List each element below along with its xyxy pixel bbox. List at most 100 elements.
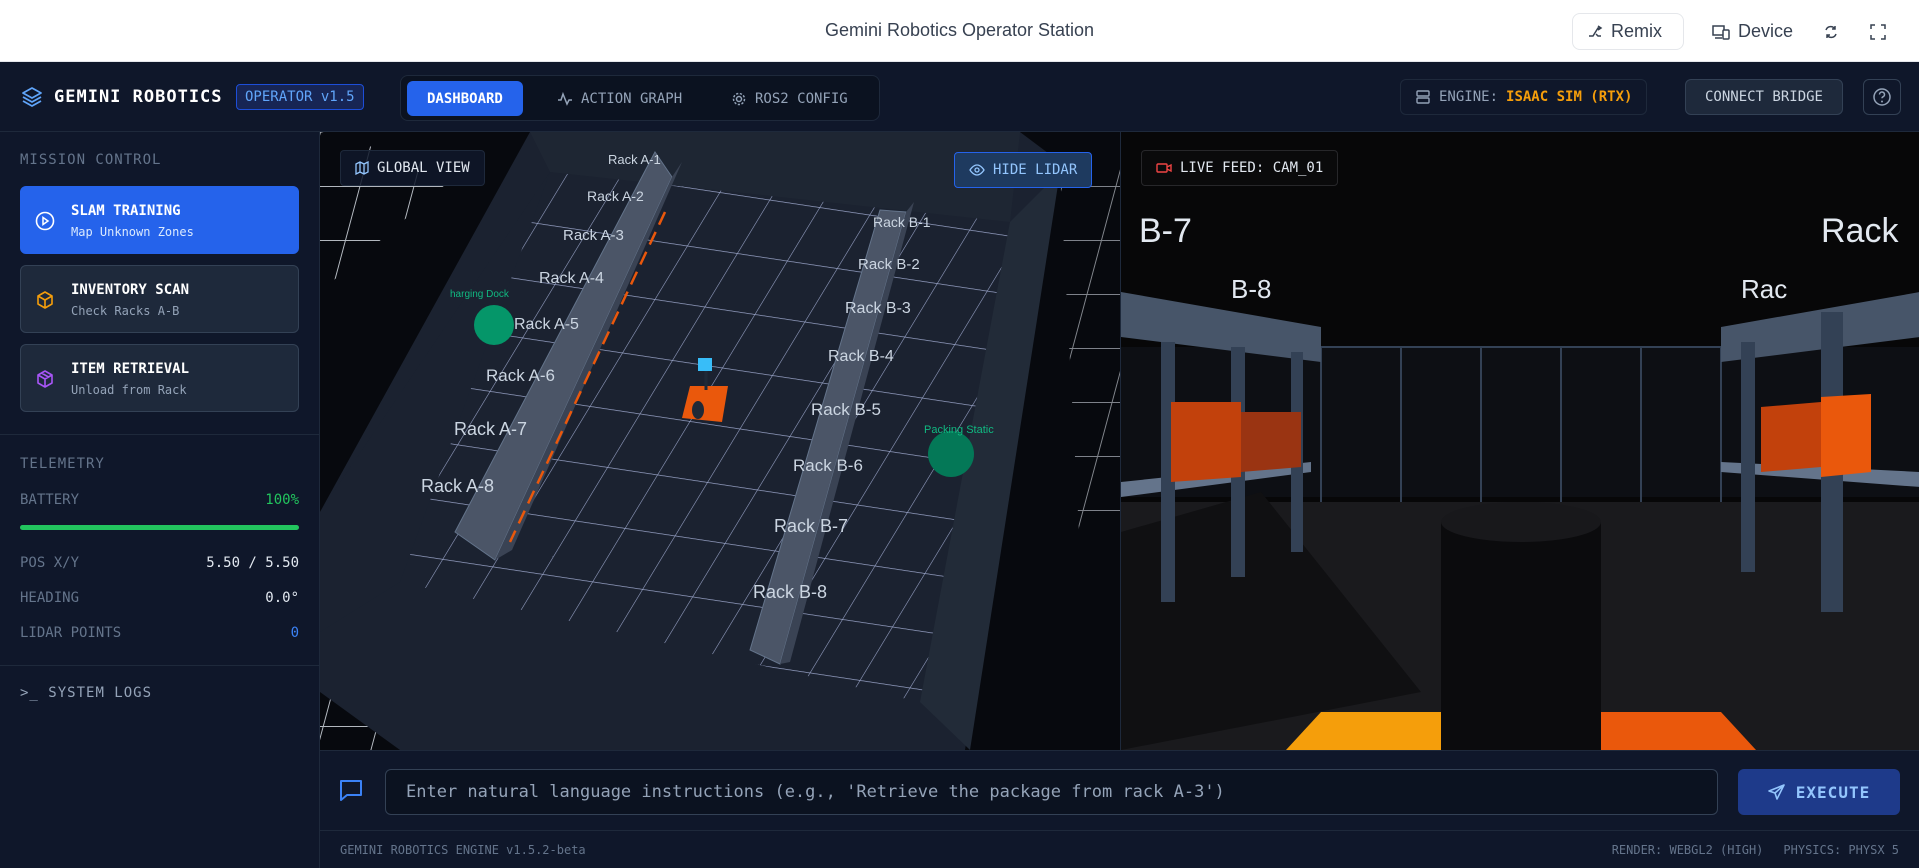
system-logs-toggle[interactable]: >_ SYSTEM LOGS xyxy=(20,685,152,701)
pos-label: POS X/Y xyxy=(20,555,80,571)
heading-value: 0.0° xyxy=(265,590,299,606)
divider xyxy=(0,434,320,435)
robot xyxy=(682,358,728,422)
packing-station xyxy=(928,431,974,477)
status-bar: GEMINI ROBOTICS ENGINE v1.5.2-beta RENDE… xyxy=(320,830,1919,868)
rack-a8-label: Rack A-8 xyxy=(421,476,495,496)
rack-b8-label: Rack B-8 xyxy=(753,582,828,602)
rack-b3-label: Rack B-3 xyxy=(845,300,911,317)
tab-action-graph[interactable]: ACTION GRAPH xyxy=(537,81,702,116)
mission-slam-training[interactable]: SLAM TRAINING Map Unknown Zones xyxy=(20,186,299,254)
gear-icon xyxy=(732,92,746,105)
hide-lidar-button[interactable]: HIDE LIDAR xyxy=(954,152,1093,188)
pos-value: 5.50 / 5.50 xyxy=(206,555,299,571)
mission-item-retrieval[interactable]: ITEM RETRIEVAL Unload from Rack xyxy=(20,344,299,412)
rack-b7-label: Rack B-7 xyxy=(774,516,849,536)
battery-bar xyxy=(20,525,299,530)
remix-button[interactable]: Remix xyxy=(1572,13,1684,50)
box-icon xyxy=(37,291,53,309)
mission-control-title: MISSION CONTROL xyxy=(20,152,162,168)
rack-a6-label: Rack A-6 xyxy=(486,366,555,385)
engine-label: ENGINE: xyxy=(1439,89,1499,105)
tab-dashboard[interactable]: DASHBOARD xyxy=(407,81,523,116)
mission-title: INVENTORY SCAN xyxy=(71,282,190,298)
battery-row: BATTERY 100% xyxy=(20,492,299,508)
camera-scene xyxy=(1121,132,1919,750)
rack-a4-label: Rack A-4 xyxy=(539,270,604,287)
rack-label-right: Rack xyxy=(1821,212,1899,250)
rack-b8-label: B-8 xyxy=(1231,274,1272,304)
rack-a3-label: Rack A-3 xyxy=(563,227,624,244)
rack-row-a xyxy=(454,151,682,561)
engine-indicator: ENGINE: ISAAC SIM (RTX) xyxy=(1400,79,1648,115)
rack-a2-label: Rack A-2 xyxy=(587,188,644,204)
tab-action-graph-label: ACTION GRAPH xyxy=(581,90,683,107)
rack-label-right-2: Rac xyxy=(1741,274,1788,304)
map-icon xyxy=(355,161,369,175)
battery-value: 100% xyxy=(265,492,299,508)
rotate-icon xyxy=(1825,25,1837,38)
global-view-button[interactable]: GLOBAL VIEW xyxy=(340,150,485,186)
heading-row: HEADING 0.0° xyxy=(20,590,299,606)
tab-dashboard-label: DASHBOARD xyxy=(427,90,503,107)
version-badge: OPERATOR v1.5 xyxy=(236,84,364,110)
rack-b6-label: Rack B-6 xyxy=(793,456,863,475)
battery-fill xyxy=(20,525,299,530)
mission-subtitle: Unload from Rack xyxy=(71,383,187,397)
mission-title: ITEM RETRIEVAL xyxy=(71,361,190,377)
help-button[interactable] xyxy=(1863,79,1901,115)
help-icon xyxy=(1873,88,1891,106)
brand: GEMINI ROBOTICS xyxy=(20,85,223,109)
activity-icon xyxy=(558,91,572,106)
brand-name: GEMINI ROBOTICS xyxy=(54,87,223,107)
global-map-view[interactable]: Rack A-1 Rack A-2 Rack A-3 Rack A-4 Rack… xyxy=(320,132,1120,750)
device-label: Device xyxy=(1738,21,1794,41)
device-button[interactable]: Device xyxy=(1698,13,1807,50)
packing-station-label: Packing Static xyxy=(924,424,994,436)
system-logs-label: SYSTEM LOGS xyxy=(48,685,153,701)
play-circle-icon xyxy=(35,211,55,231)
camera-feed-view: B-7 B-8 Rack Rac LIVE FEED: CAM_01 xyxy=(1120,132,1919,750)
divider xyxy=(0,665,320,666)
mission-subtitle: Map Unknown Zones xyxy=(71,225,194,239)
physics-status: PHYSICS: PHYSX 5 xyxy=(1783,843,1899,857)
tab-ros2-config[interactable]: ROS2 CONFIG xyxy=(711,81,868,116)
execute-button[interactable]: EXECUTE xyxy=(1738,769,1900,815)
live-feed-badge: LIVE FEED: CAM_01 xyxy=(1141,150,1339,186)
mission-inventory-scan[interactable]: INVENTORY SCAN Check Racks A-B xyxy=(20,265,299,333)
rack-a5-label: Rack A-5 xyxy=(514,316,579,333)
heading-label: HEADING xyxy=(20,590,80,606)
rotate-button[interactable] xyxy=(1815,13,1847,50)
render-status: RENDER: WEBGL2 (HIGH) xyxy=(1611,843,1764,857)
instruction-input[interactable] xyxy=(385,769,1718,815)
eye-icon xyxy=(969,164,985,176)
video-icon xyxy=(1156,163,1172,173)
rack-b5-label: Rack B-5 xyxy=(811,400,881,419)
server-icon xyxy=(1416,90,1430,104)
lidar-row: LIDAR POINTS 0 xyxy=(20,625,299,641)
execute-label: EXECUTE xyxy=(1795,782,1871,802)
mission-subtitle: Check Racks A-B xyxy=(71,304,180,318)
hide-lidar-label: HIDE LIDAR xyxy=(993,162,1078,178)
rack-b2-label: Rack B-2 xyxy=(858,256,920,273)
fullscreen-icon xyxy=(1870,23,1886,40)
status-right: RENDER: WEBGL2 (HIGH) PHYSICS: PHYSX 5 xyxy=(1612,843,1899,857)
rack-b7-label: B-7 xyxy=(1139,212,1192,250)
device-icon xyxy=(1712,24,1730,40)
tab-ros2-config-label: ROS2 CONFIG xyxy=(755,90,848,107)
rack-b1-label: Rack B-1 xyxy=(873,214,931,230)
charging-dock-label: harging Dock xyxy=(450,289,509,300)
sidebar: MISSION CONTROL SLAM TRAINING Map Unknow… xyxy=(0,132,320,868)
rack-layer xyxy=(454,151,974,665)
terminal-icon: >_ xyxy=(20,685,39,701)
remix-icon xyxy=(1589,24,1603,37)
main-tabs: DASHBOARD ACTION GRAPH ROS2 CONFIG xyxy=(400,75,880,121)
robot-body xyxy=(1441,502,1601,750)
remix-label: Remix xyxy=(1611,21,1663,41)
rack-a1-label: Rack A-1 xyxy=(608,152,661,167)
live-feed-label: LIVE FEED: CAM_01 xyxy=(1180,160,1324,176)
chat-icon xyxy=(340,780,362,801)
connect-bridge-button[interactable]: CONNECT BRIDGE xyxy=(1685,79,1843,115)
charging-dock xyxy=(474,305,514,345)
fullscreen-button[interactable] xyxy=(1862,13,1894,50)
